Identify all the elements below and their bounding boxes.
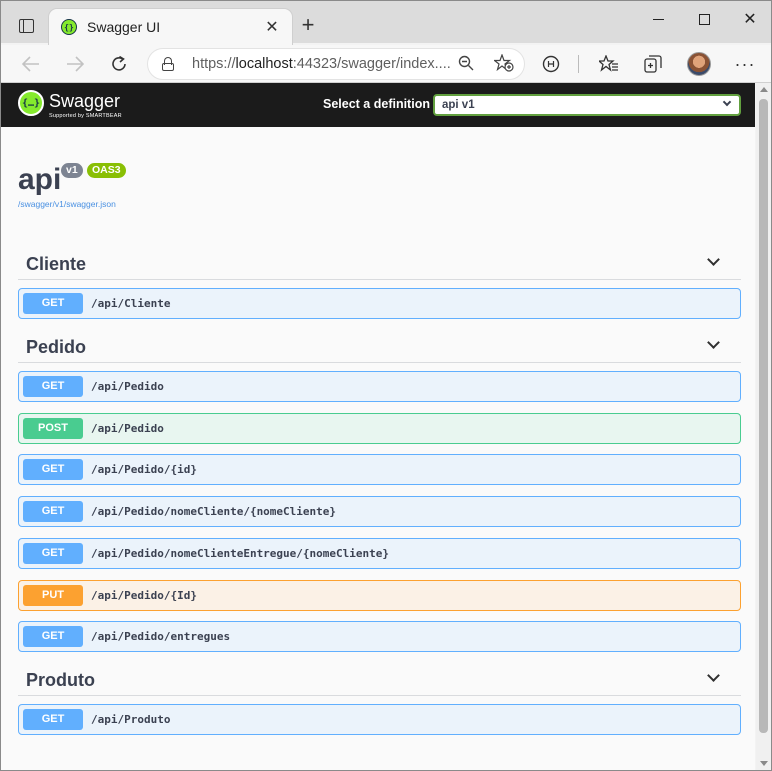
tab-swagger-ui[interactable]: {} Swagger UI ✕: [49, 9, 292, 45]
swagger-topbar: {…} Swagger Supported by SMARTBEAR Selec…: [1, 83, 755, 127]
operation-path: /api/Pedido: [91, 422, 164, 435]
definition-label: Select a definition: [323, 97, 430, 111]
tag-name: Produto: [26, 670, 95, 690]
browser-toolbar: https://localhost:44323/swagger/index...…: [1, 45, 771, 83]
tag-header-pedido[interactable]: Pedido: [18, 329, 741, 363]
address-bar[interactable]: https://localhost:44323/swagger/index...…: [147, 48, 525, 80]
operation-path: /api/Pedido/entregues: [91, 630, 231, 643]
method-badge: POST: [23, 418, 83, 439]
tab-title: Swagger UI: [87, 19, 161, 35]
browser-window: {} Swagger UI ✕ + ✕ https://localhost:44…: [0, 0, 772, 771]
method-badge: GET: [23, 376, 83, 397]
method-badge: GET: [23, 459, 83, 480]
operation-path: /api/Pedido/{Id}: [91, 589, 197, 602]
minimize-icon[interactable]: [635, 1, 681, 37]
operation-path: /api/Produto: [91, 713, 171, 726]
favorites-icon[interactable]: [595, 50, 623, 78]
tag-name: Pedido: [26, 337, 87, 357]
scroll-down-icon[interactable]: [760, 761, 768, 766]
back-icon[interactable]: [17, 50, 45, 78]
toolbar-divider: [578, 55, 579, 73]
add-favorite-icon[interactable]: [492, 53, 514, 77]
tag-header-produto[interactable]: Produto: [18, 662, 741, 696]
method-badge: GET: [23, 626, 83, 647]
operation-row[interactable]: POST/api/Pedido: [18, 413, 741, 444]
method-badge: GET: [23, 709, 83, 730]
operation-row[interactable]: GET/api/Pedido/entregues: [18, 621, 741, 652]
api-title: api: [18, 163, 62, 196]
method-badge: GET: [23, 293, 83, 314]
operation-row[interactable]: GET/api/Cliente: [18, 288, 741, 319]
operation-path: /api/Pedido/nomeClienteEntregue/{nomeCli…: [91, 547, 390, 560]
version-badge: v1: [61, 163, 83, 178]
spec-link[interactable]: /swagger/v1/swagger.json: [18, 199, 116, 209]
operation-row[interactable]: GET/api/Pedido/{id}: [18, 454, 741, 485]
swagger-page: {…} Swagger Supported by SMARTBEAR Selec…: [1, 83, 755, 770]
reload-icon[interactable]: [105, 50, 133, 78]
chevron-down-icon[interactable]: [707, 253, 720, 266]
oas-badge: OAS3: [87, 163, 126, 178]
close-icon[interactable]: ✕: [727, 1, 771, 37]
swagger-brand-sub: Supported by SMARTBEAR: [49, 113, 122, 119]
new-tab-button[interactable]: +: [297, 14, 319, 37]
definition-value: api v1: [442, 99, 475, 111]
tab-strip: {} Swagger UI ✕ + ✕: [1, 1, 771, 45]
operation-path: /api/Pedido/{id}: [91, 463, 197, 476]
tag-header-cliente[interactable]: Cliente: [18, 246, 741, 280]
operation-path: /api/Cliente: [91, 297, 171, 310]
operation-row[interactable]: GET/api/Pedido/nomeCliente/{nomeCliente}: [18, 496, 741, 527]
swagger-logo-icon[interactable]: {…}: [18, 90, 44, 116]
chevron-down-icon: [722, 97, 732, 107]
swagger-favicon: {}: [61, 19, 77, 35]
forward-icon[interactable]: [61, 50, 89, 78]
sidebar-tabs-icon[interactable]: [11, 11, 41, 41]
chevron-down-icon[interactable]: [707, 669, 720, 682]
tab-close-icon[interactable]: ✕: [262, 17, 282, 37]
operation-path: /api/Pedido: [91, 380, 164, 393]
avatar: [687, 52, 711, 76]
url-text[interactable]: https://localhost:44323/swagger/index...…: [192, 56, 451, 72]
scrollbar-thumb[interactable]: [759, 99, 768, 733]
scroll-up-icon[interactable]: [760, 87, 768, 92]
method-badge: GET: [23, 543, 83, 564]
swagger-brand[interactable]: Swagger: [49, 91, 120, 112]
tag-name: Cliente: [26, 254, 87, 274]
lock-icon[interactable]: [162, 57, 174, 71]
method-badge: PUT: [23, 585, 83, 606]
maximize-icon[interactable]: [681, 1, 727, 37]
definition-select[interactable]: api v1: [433, 94, 741, 116]
collections-icon[interactable]: [639, 50, 667, 78]
chevron-down-icon[interactable]: [707, 336, 720, 349]
operation-row[interactable]: PUT/api/Pedido/{Id}: [18, 580, 741, 611]
profile-button[interactable]: [685, 50, 713, 78]
more-icon[interactable]: ···: [731, 50, 759, 78]
extension-icon[interactable]: [537, 50, 565, 78]
scrollbar[interactable]: [756, 83, 771, 770]
operation-row[interactable]: GET/api/Pedido/nomeClienteEntregue/{nome…: [18, 538, 741, 569]
operation-path: /api/Pedido/nomeCliente/{nomeCliente}: [91, 505, 337, 518]
zoom-icon[interactable]: [458, 55, 474, 75]
operation-row[interactable]: GET/api/Pedido: [18, 371, 741, 402]
operation-row[interactable]: GET/api/Produto: [18, 704, 741, 735]
method-badge: GET: [23, 501, 83, 522]
